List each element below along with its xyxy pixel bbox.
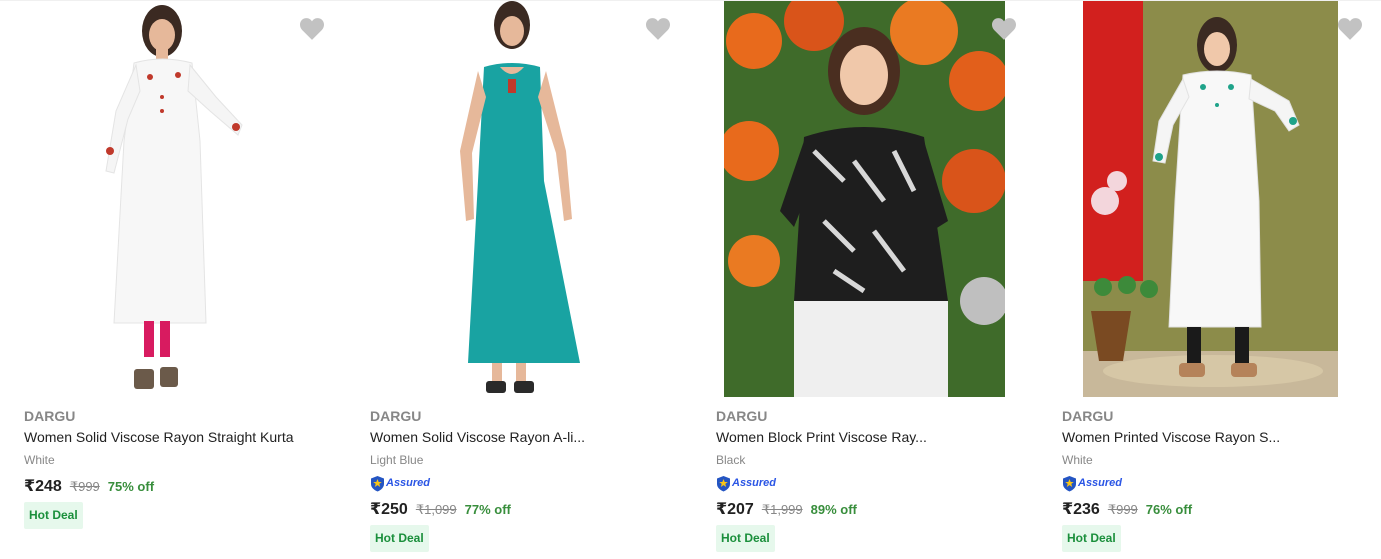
price-row: ₹248 ₹999 75% off xyxy=(24,476,154,496)
hot-deal-badge: Hot Deal xyxy=(1062,525,1121,552)
hot-deal-badge: Hot Deal xyxy=(24,502,83,529)
product-image[interactable] xyxy=(346,1,692,397)
hot-deal-badge: Hot Deal xyxy=(716,525,775,552)
product-brand: DARGU xyxy=(370,408,422,424)
heart-icon[interactable] xyxy=(299,17,325,41)
price-row: ₹250 ₹1,099 77% off xyxy=(370,499,511,519)
original-price: ₹999 xyxy=(1107,502,1138,517)
price-row: ₹236 ₹999 76% off xyxy=(1062,499,1192,519)
selling-price: ₹248 xyxy=(24,478,62,495)
discount-label: 89% off xyxy=(810,502,857,517)
shield-icon xyxy=(717,475,730,491)
product-title[interactable]: Women Printed Viscose Rayon S... xyxy=(1062,429,1280,445)
product-title[interactable]: Women Block Print Viscose Ray... xyxy=(716,429,927,445)
product-title[interactable]: Women Solid Viscose Rayon A-li... xyxy=(370,429,585,445)
product-image[interactable] xyxy=(1038,1,1381,397)
selling-price: ₹250 xyxy=(370,501,408,518)
product-color: Light Blue xyxy=(370,453,424,467)
assured-label: Assured xyxy=(1078,477,1123,489)
assured-badge: Assured xyxy=(1062,474,1122,492)
original-price: ₹999 xyxy=(69,479,100,494)
product-card[interactable]: DARGU Women Solid Viscose Rayon Straight… xyxy=(0,0,346,559)
shield-icon xyxy=(371,475,384,491)
assured-label: Assured xyxy=(732,477,777,489)
product-photo xyxy=(1083,1,1338,397)
product-color: White xyxy=(24,453,55,467)
selling-price: ₹236 xyxy=(1062,501,1100,518)
product-color: Black xyxy=(716,453,746,467)
original-price: ₹1,999 xyxy=(761,502,803,517)
assured-badge: Assured xyxy=(716,474,776,492)
product-card[interactable]: DARGU Women Printed Viscose Rayon S... W… xyxy=(1038,0,1381,559)
product-image[interactable] xyxy=(0,1,346,397)
heart-icon[interactable] xyxy=(645,17,671,41)
original-price: ₹1,099 xyxy=(415,502,457,517)
product-photo xyxy=(724,1,1005,397)
shield-icon xyxy=(1063,475,1076,491)
assured-badge: Assured xyxy=(370,474,430,492)
product-card[interactable]: DARGU Women Block Print Viscose Ray... B… xyxy=(692,0,1038,559)
product-photo xyxy=(460,1,580,393)
product-grid: DARGU Women Solid Viscose Rayon Straight… xyxy=(0,0,1381,559)
discount-label: 76% off xyxy=(1145,502,1193,517)
selling-price: ₹207 xyxy=(716,501,754,518)
discount-label: 77% off xyxy=(464,502,511,517)
heart-icon[interactable] xyxy=(1337,17,1363,41)
product-color: White xyxy=(1062,453,1093,467)
product-photo xyxy=(105,5,243,389)
product-brand: DARGU xyxy=(1062,408,1114,424)
product-title[interactable]: Women Solid Viscose Rayon Straight Kurta xyxy=(24,429,294,445)
assured-label: Assured xyxy=(386,477,431,489)
price-row: ₹207 ₹1,999 89% off xyxy=(716,499,857,519)
hot-deal-badge: Hot Deal xyxy=(370,525,429,552)
product-brand: DARGU xyxy=(716,408,768,424)
product-card[interactable]: DARGU Women Solid Viscose Rayon A-li... … xyxy=(346,0,692,559)
discount-label: 75% off xyxy=(107,479,155,494)
product-image[interactable] xyxy=(692,1,1038,397)
heart-icon[interactable] xyxy=(991,17,1017,41)
product-brand: DARGU xyxy=(24,408,76,424)
